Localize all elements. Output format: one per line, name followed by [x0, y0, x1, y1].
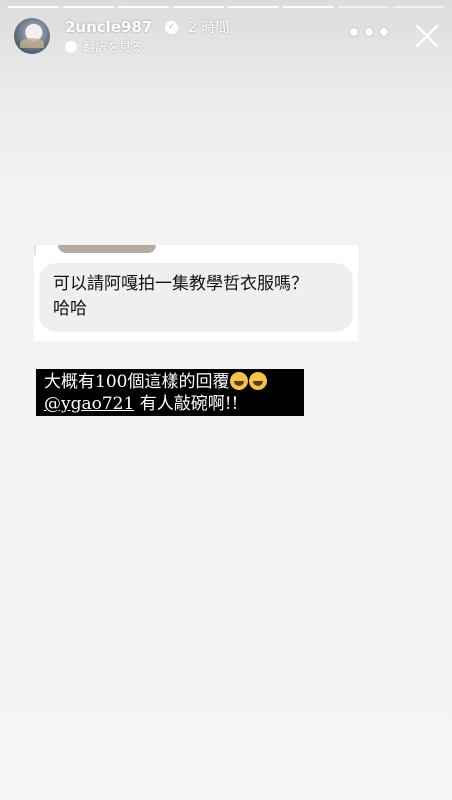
caption-text: 大概有100個這樣的回覆: [44, 372, 230, 392]
progress-segment: [338, 6, 389, 8]
translate-label: 翻訳を見る: [83, 40, 144, 54]
chevron-right-icon: ›: [149, 39, 155, 54]
story-header: 2uncle987 ✓ 2 時間 翻訳を見る › •••: [14, 17, 442, 57]
translate-link[interactable]: 翻訳を見る ›: [65, 39, 154, 55]
close-icon: [415, 24, 439, 48]
story-progress-bar: [8, 6, 444, 8]
progress-segment: [228, 6, 279, 8]
message-bubble: 可以請阿嘎拍一集教學哲衣服嗎？ 哈哈: [39, 263, 353, 332]
laughing-emoji-icon: [249, 372, 268, 390]
message-line-1: 可以請阿嘎拍一集教學哲衣服嗎？: [53, 274, 308, 294]
close-button[interactable]: [414, 23, 440, 49]
verified-badge-icon: ✓: [165, 21, 178, 34]
laughing-emoji-icon: [230, 372, 249, 390]
progress-segment: [393, 6, 444, 8]
progress-segment: [173, 6, 224, 8]
reply-screenshot-card: 可以請阿嘎拍一集教學哲衣服嗎？ 哈哈: [34, 245, 358, 341]
caption-text-2: 有人敲碗啊!!: [134, 394, 239, 414]
story-caption: 大概有100個這樣的回覆 @ygao721 有人敲碗啊!!: [36, 369, 304, 416]
post-time: 2 時間: [188, 20, 230, 36]
progress-segment: [8, 6, 59, 8]
caption-line-1: 大概有100個這樣的回覆: [44, 371, 268, 393]
caption-line-2: @ygao721 有人敲碗啊!!: [44, 393, 238, 415]
message-line-2: 哈哈: [53, 299, 87, 319]
translate-icon: [65, 41, 77, 53]
username[interactable]: 2uncle987: [65, 17, 152, 37]
divider: [34, 245, 36, 255]
progress-segment: [63, 6, 114, 8]
message-text: 可以請阿嘎拍一集教學哲衣服嗎？ 哈哈: [53, 272, 343, 322]
cropped-bubble: [58, 245, 156, 253]
progress-segment: [283, 6, 334, 8]
user-mention-link[interactable]: @ygao721: [44, 394, 134, 414]
more-options-button[interactable]: •••: [347, 23, 392, 45]
avatar[interactable]: [14, 18, 50, 54]
progress-segment: [118, 6, 169, 8]
